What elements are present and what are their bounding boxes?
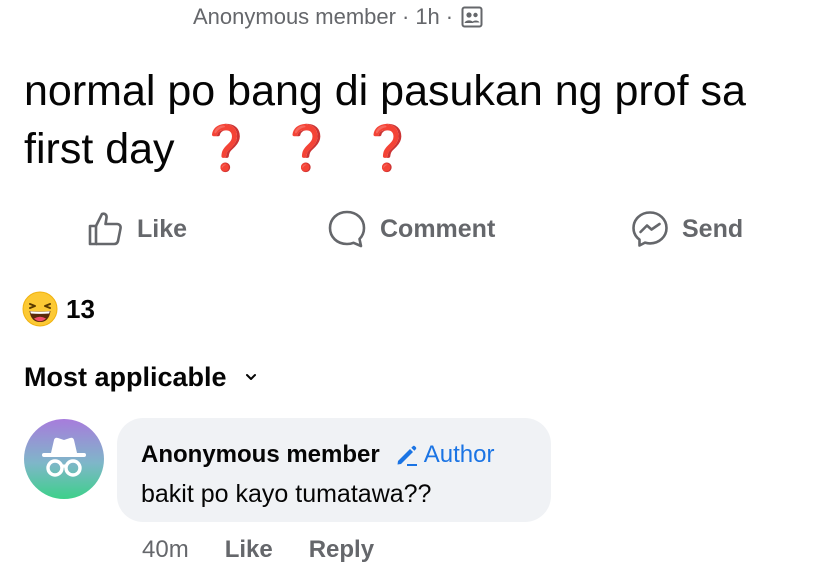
post-text: normal po bang di pasukan ng prof sa fir… [24,62,814,178]
comment-time[interactable]: 40m [142,536,189,564]
question-mark-emoji: ❓ [198,123,254,174]
post-time[interactable]: 1h [415,4,439,30]
post-meta: Anonymous member · 1h · [193,2,483,32]
comment-meta: 40m Like Reply [142,533,374,567]
author-badge: Author [394,441,495,469]
messenger-icon [632,211,668,247]
reaction-summary[interactable]: 13 [22,289,95,329]
thumbs-up-icon [88,212,122,246]
comment-text: bakit po kayo tumatawa?? [141,479,432,508]
question-emoji-group: ❓ ❓ ❓ [199,120,415,178]
post-action-bar: Like Comment Send [0,203,827,255]
send-label: Send [682,214,744,243]
comment-button[interactable]: Comment [326,203,495,255]
comment-sort-dropdown[interactable]: Most applicable [24,357,257,397]
haha-reaction-icon [22,291,58,327]
avatar[interactable] [24,419,104,499]
author-badge-label: Author [423,441,495,468]
like-label: Like [137,214,188,243]
comment-label: Comment [380,214,496,243]
comment-bubble-icon [328,210,366,248]
comment-like-button[interactable]: Like [225,536,273,564]
send-button[interactable]: Send [630,203,743,255]
chevron-down-icon [245,372,257,382]
comment-reply-button[interactable]: Reply [309,536,374,564]
meta-separator: · [445,4,454,29]
pencil-icon [397,445,417,466]
like-button[interactable]: Like [85,203,187,255]
comment-author-row: Anonymous member Author [141,438,494,472]
sort-label: Most applicable [24,361,227,392]
anonymous-incognito-icon [42,437,86,477]
comment-author-name[interactable]: Anonymous member [141,441,380,469]
reaction-count: 13 [66,293,95,324]
question-mark-emoji: ❓ [279,123,335,174]
meta-separator: · [401,4,410,29]
post-author-name[interactable]: Anonymous member [193,4,396,30]
group-audience-icon [461,6,483,28]
question-mark-emoji: ❓ [360,123,415,174]
